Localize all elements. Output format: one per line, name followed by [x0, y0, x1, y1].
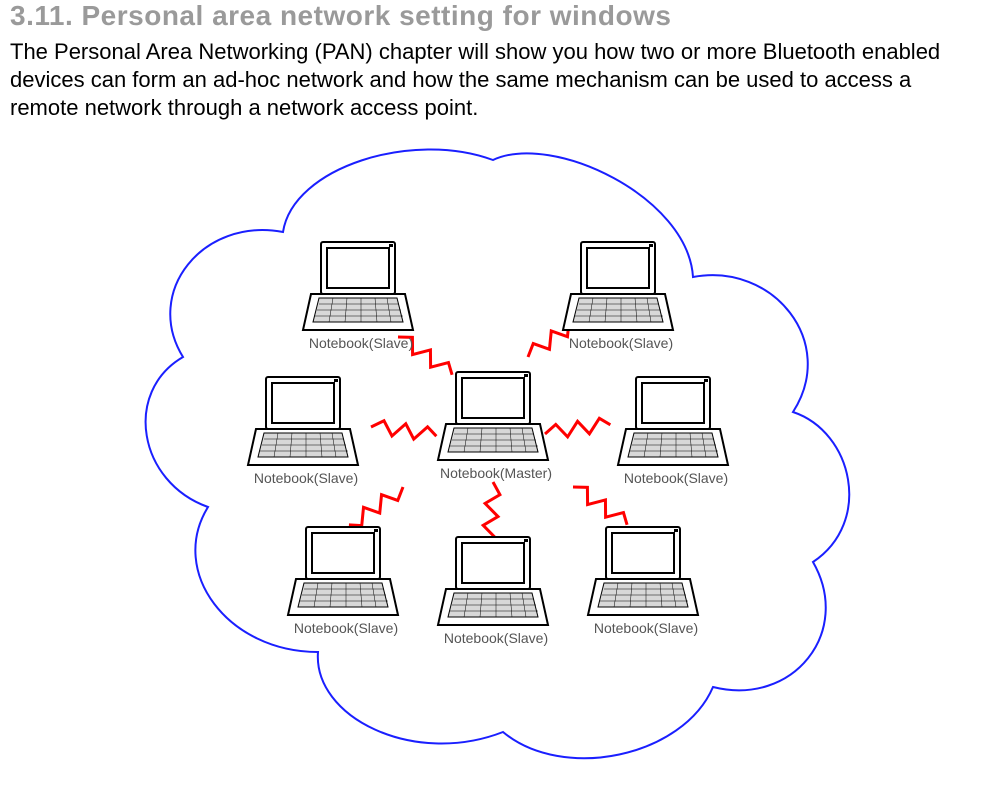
laptop-slave-bottom-center — [438, 537, 548, 625]
label-slave-bottom-left: Notebook(Slave) — [293, 620, 397, 636]
network-diagram: Notebook(Slave) Notebook(Slave) Notebook… — [10, 142, 975, 782]
page: 3.11. Personal area network setting for … — [0, 0, 985, 802]
label-slave-bottom-center: Notebook(Slave) — [443, 630, 547, 646]
intro-paragraph: The Personal Area Networking (PAN) chapt… — [10, 38, 970, 122]
label-slave-top-right: Notebook(Slave) — [568, 335, 672, 351]
diagram-svg: Notebook(Slave) Notebook(Slave) Notebook… — [113, 142, 873, 782]
laptop-slave-bottom-left — [288, 527, 398, 615]
laptop-slave-top-right — [563, 242, 673, 330]
section-title: 3.11. Personal area network setting for … — [10, 0, 975, 32]
label-master: Notebook(Master) — [439, 465, 551, 481]
label-slave-top-left: Notebook(Slave) — [308, 335, 412, 351]
label-slave-bottom-right: Notebook(Slave) — [593, 620, 697, 636]
laptop-slave-bottom-right — [588, 527, 698, 615]
laptop-slave-top-left — [303, 242, 413, 330]
label-slave-mid-right: Notebook(Slave) — [623, 470, 727, 486]
laptop-master — [438, 372, 548, 460]
label-slave-mid-left: Notebook(Slave) — [253, 470, 357, 486]
laptop-slave-mid-left — [248, 377, 358, 465]
laptop-slave-mid-right — [618, 377, 728, 465]
